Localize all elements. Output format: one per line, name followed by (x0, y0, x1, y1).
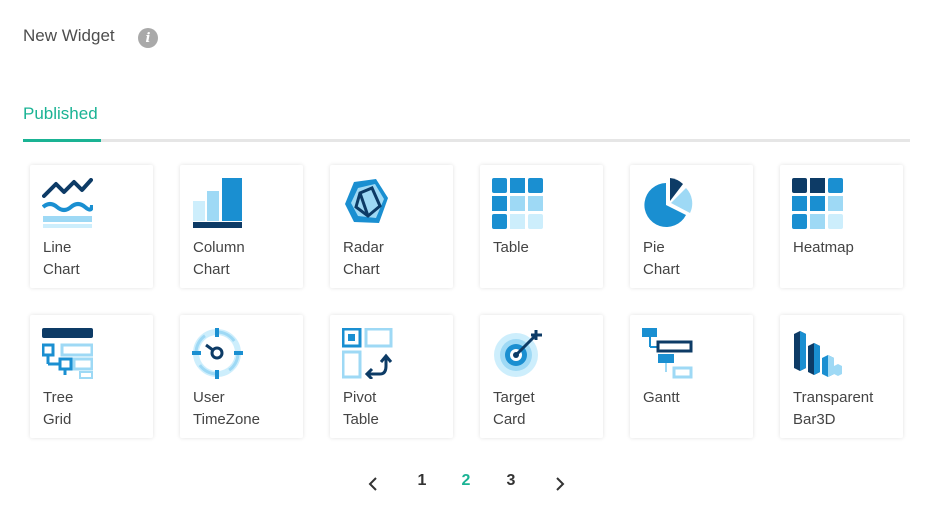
gantt-icon (642, 328, 693, 379)
tab-published[interactable]: Published (23, 104, 98, 136)
tab-published-label: Published (23, 104, 98, 123)
active-tab-indicator (23, 139, 101, 142)
tree-grid-icon (42, 328, 93, 379)
column-chart-icon (193, 178, 242, 228)
widget-card-user-timezone[interactable]: User TimeZone (180, 315, 303, 438)
widget-label: Line Chart (43, 239, 80, 278)
widget-label: Radar Chart (343, 239, 384, 278)
bar3d-icon (794, 331, 842, 377)
widget-label: Tree Grid (43, 389, 74, 428)
page-button-1[interactable]: 1 (412, 472, 432, 490)
widget-card-radar-chart[interactable]: Radar Chart (330, 165, 453, 288)
target-card-icon (494, 330, 542, 377)
widget-label: Gantt (643, 389, 680, 406)
page-title: New Widget (23, 26, 115, 45)
widget-card-target-card[interactable]: Target Card (480, 315, 603, 438)
widget-card-line-chart[interactable]: Line Chart (30, 165, 153, 288)
widget-card-table[interactable]: Table (480, 165, 603, 288)
table-icon (492, 178, 543, 229)
page-header: New Widget (23, 26, 115, 46)
widget-card-transparent-bar3d[interactable]: Transparent Bar3D (780, 315, 903, 438)
timezone-icon (192, 328, 243, 379)
heatmap-icon (792, 178, 843, 229)
widget-card-tree-grid[interactable]: Tree Grid (30, 315, 153, 438)
page-button-3[interactable]: 3 (501, 472, 521, 490)
radar-chart-icon (345, 179, 388, 223)
tab-bar: Published (23, 100, 910, 142)
widget-label: Target Card (493, 389, 535, 428)
pie-chart-icon (644, 178, 693, 227)
widget-card-column-chart[interactable]: Column Chart (180, 165, 303, 288)
chevron-left-icon[interactable] (364, 474, 384, 494)
chevron-right-icon[interactable] (549, 474, 569, 494)
widget-label: User TimeZone (193, 389, 260, 428)
pivot-table-icon (342, 328, 393, 379)
widget-label: Table (493, 239, 529, 256)
pagination: 1 2 3 (0, 472, 929, 496)
info-icon[interactable]: i (138, 28, 158, 48)
widget-card-heatmap[interactable]: Heatmap (780, 165, 903, 288)
widget-card-pie-chart[interactable]: Pie Chart (630, 165, 753, 288)
widget-label: Transparent Bar3D (793, 389, 874, 428)
page-button-2[interactable]: 2 (456, 472, 476, 490)
widget-label: Column Chart (193, 239, 245, 278)
widget-label: Pivot Table (343, 389, 379, 428)
widget-label: Pie Chart (643, 239, 680, 278)
widget-card-pivot-table[interactable]: Pivot Table (330, 315, 453, 438)
line-chart-icon (42, 178, 93, 228)
widget-card-gantt[interactable]: Gantt (630, 315, 753, 438)
widget-label: Heatmap (793, 239, 854, 256)
